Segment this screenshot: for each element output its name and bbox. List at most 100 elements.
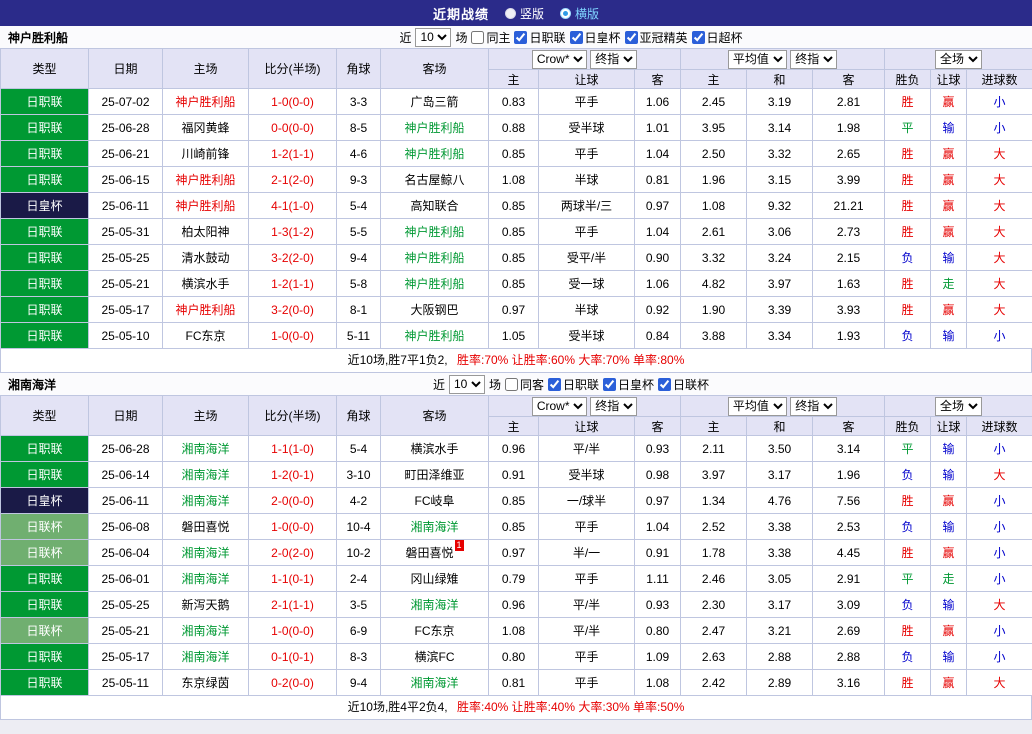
odds-home: 0.85 [489, 219, 539, 245]
league-checkbox-input[interactable] [658, 378, 671, 391]
avg-draw: 3.15 [747, 167, 813, 193]
avg-away: 2.91 [813, 566, 885, 592]
odds-handicap: 受半球 [539, 115, 635, 141]
match-date: 25-07-02 [89, 89, 163, 115]
same-venue-checkbox[interactable]: 同客 [505, 376, 544, 393]
league-type-badge: 日职联 [1, 219, 89, 245]
result-goals: 小 [967, 436, 1032, 462]
home-team: 湘南海洋 [163, 644, 249, 670]
match-row: 日职联25-05-25新泻天鹅2-1(1-1)3-5湘南海洋0.96平/半0.9… [1, 592, 1032, 618]
avg-home: 2.11 [681, 436, 747, 462]
same-venue-checkbox-input[interactable] [505, 378, 518, 391]
avg-away: 2.65 [813, 141, 885, 167]
summary-stats: 胜率:70% 让胜率:60% 大率:70% 单率:80% [457, 353, 684, 367]
result-handicap-header: 让球 [931, 417, 967, 436]
home-team: 神户胜利船 [163, 193, 249, 219]
odds-home: 0.85 [489, 245, 539, 271]
away-team: 磐田喜悦1 [381, 540, 489, 566]
avg-home: 2.46 [681, 566, 747, 592]
score: 1-3(1-2) [249, 219, 337, 245]
summary-record: 近10场,胜7平1负2, [348, 353, 448, 367]
corners: 10-2 [337, 540, 381, 566]
result-goals-header: 进球数 [967, 417, 1032, 436]
corners: 4-6 [337, 141, 381, 167]
league-checkbox-input[interactable] [603, 378, 616, 391]
odds-home: 0.85 [489, 141, 539, 167]
league-filter-checkbox[interactable]: 日皇杯 [603, 376, 654, 393]
league-checkbox-input[interactable] [692, 31, 705, 44]
odds-stage-select[interactable]: 终指 [590, 397, 637, 416]
league-type-badge: 日职联 [1, 323, 89, 349]
league-type-badge: 日职联 [1, 89, 89, 115]
league-filter-checkbox[interactable]: 亚冠精英 [625, 29, 688, 46]
match-count-select[interactable]: 10 [449, 375, 485, 394]
score: 1-1(0-1) [249, 566, 337, 592]
result-handicap: 输 [931, 462, 967, 488]
odds-handicap: 平手 [539, 89, 635, 115]
avg-away: 1.98 [813, 115, 885, 141]
match-date: 25-05-21 [89, 271, 163, 297]
avg-home: 2.61 [681, 219, 747, 245]
odds-home: 0.97 [489, 540, 539, 566]
avg-draw: 3.17 [747, 592, 813, 618]
league-checkbox-input[interactable] [514, 31, 527, 44]
same-venue-checkbox-input[interactable] [471, 31, 484, 44]
result-handicap: 赢 [931, 488, 967, 514]
match-date: 25-05-31 [89, 219, 163, 245]
avg-away: 1.63 [813, 271, 885, 297]
avg-stage-select[interactable]: 终指 [790, 50, 837, 69]
odds-away: 0.91 [635, 540, 681, 566]
league-filter-checkbox[interactable]: 日联杯 [658, 376, 709, 393]
section-head: 神户胜利船 近 10 场 同主 日职联日皇杯亚冠精英日超杯 [0, 26, 1032, 48]
odds-company-select[interactable]: Crow* [532, 397, 587, 416]
home-team: FC东京 [163, 323, 249, 349]
result-wdl: 平 [885, 115, 931, 141]
league-filter-checkbox[interactable]: 日职联 [514, 29, 565, 46]
scope-select[interactable]: 全场 [935, 50, 982, 69]
odds-home: 0.97 [489, 297, 539, 323]
odds-company-select[interactable]: Crow* [532, 50, 587, 69]
odds-stage-select[interactable]: 终指 [590, 50, 637, 69]
col-away-header: 客场 [381, 396, 489, 436]
avg-group-header: 平均值 终指 [681, 396, 885, 417]
league-checkbox-input[interactable] [625, 31, 638, 44]
filter-matches-label: 场 [489, 376, 501, 393]
away-team: 神户胜利船 [381, 115, 489, 141]
same-venue-checkbox[interactable]: 同主 [471, 29, 510, 46]
avg-type-select[interactable]: 平均值 [728, 397, 787, 416]
league-filter-checkbox[interactable]: 日皇杯 [570, 29, 621, 46]
match-row: 日联杯25-06-08磐田喜悦1-0(0-0)10-4湘南海洋0.85平手1.0… [1, 514, 1032, 540]
avg-type-select[interactable]: 平均值 [728, 50, 787, 69]
avg-draw: 2.88 [747, 644, 813, 670]
league-checkbox-input[interactable] [548, 378, 561, 391]
result-handicap: 赢 [931, 540, 967, 566]
avg-stage-select[interactable]: 终指 [790, 397, 837, 416]
odds-away: 1.04 [635, 514, 681, 540]
result-wdl: 负 [885, 323, 931, 349]
home-team: 东京绿茵 [163, 670, 249, 696]
layout-horizontal-radio[interactable]: 横版 [560, 5, 599, 22]
odds-away: 1.11 [635, 566, 681, 592]
result-handicap: 输 [931, 644, 967, 670]
away-team: 神户胜利船 [381, 323, 489, 349]
league-checkbox-label: 日皇杯 [618, 376, 654, 393]
home-team: 新泻天鹅 [163, 592, 249, 618]
match-count-select[interactable]: 10 [415, 28, 451, 47]
result-wdl: 胜 [885, 540, 931, 566]
result-handicap: 输 [931, 115, 967, 141]
league-checkbox-label: 日职联 [563, 376, 599, 393]
corners: 8-5 [337, 115, 381, 141]
col-corner-header: 角球 [337, 49, 381, 89]
result-handicap: 赢 [931, 167, 967, 193]
home-team: 川崎前锋 [163, 141, 249, 167]
league-checkbox-input[interactable] [570, 31, 583, 44]
score: 2-0(0-0) [249, 488, 337, 514]
odds-handicap: 平手 [539, 644, 635, 670]
corners: 4-2 [337, 488, 381, 514]
scope-select[interactable]: 全场 [935, 397, 982, 416]
league-filter-checkbox[interactable]: 日超杯 [692, 29, 743, 46]
avg-draw: 3.24 [747, 245, 813, 271]
league-filter-checkbox[interactable]: 日职联 [548, 376, 599, 393]
odds-group-header: Crow* 终指 [489, 49, 681, 70]
layout-vertical-radio[interactable]: 竖版 [505, 5, 544, 22]
